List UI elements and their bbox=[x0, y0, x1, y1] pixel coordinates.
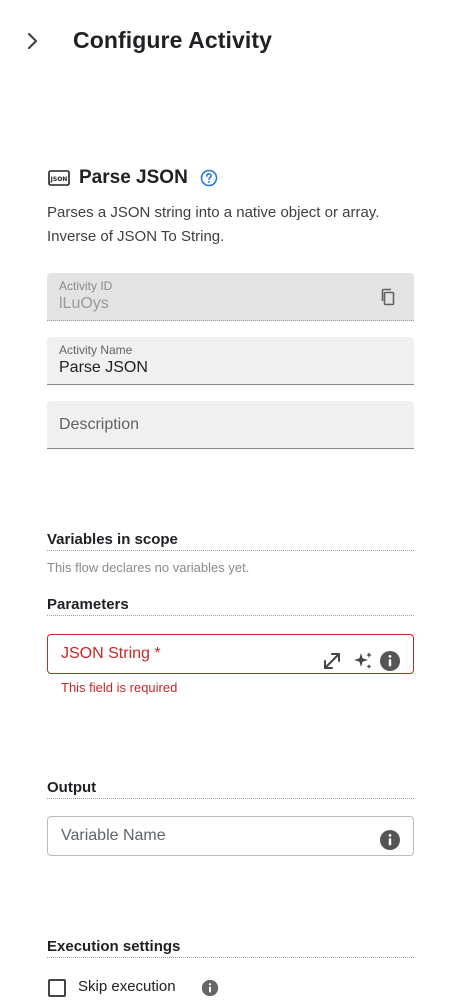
variables-section-title: Variables in scope bbox=[47, 531, 414, 551]
parameters-section-title: Parameters bbox=[47, 596, 414, 616]
info-icon[interactable] bbox=[379, 650, 401, 672]
activity-heading: JSON Parse JSON bbox=[47, 164, 427, 192]
info-icon[interactable] bbox=[201, 979, 219, 997]
skip-execution-checkbox[interactable] bbox=[48, 979, 66, 997]
svg-text:JSON: JSON bbox=[50, 176, 68, 183]
page-title: Configure Activity bbox=[73, 27, 273, 53]
skip-execution-label[interactable]: Skip execution bbox=[78, 978, 176, 995]
copy-icon[interactable] bbox=[378, 287, 398, 307]
activity-description: Parses a JSON string into a native objec… bbox=[47, 204, 380, 245]
header: Configure Activity bbox=[0, 0, 470, 84]
activity-id-label: Activity ID bbox=[59, 279, 113, 293]
help-circle-icon[interactable] bbox=[200, 169, 218, 187]
activity-id-field: Activity ID lLuOys bbox=[47, 273, 414, 321]
json-string-error: This field is required bbox=[61, 680, 178, 695]
variables-empty-text: This flow declares no variables yet. bbox=[47, 560, 250, 575]
activity-title: Parse JSON bbox=[79, 167, 188, 188]
variable-name-field[interactable]: Variable Name bbox=[47, 816, 414, 856]
variable-name-placeholder[interactable]: Variable Name bbox=[61, 827, 166, 845]
description-placeholder[interactable]: Description bbox=[59, 416, 139, 434]
info-icon[interactable] bbox=[379, 829, 401, 851]
expand-icon[interactable] bbox=[321, 650, 343, 672]
activity-id-value: lLuOys bbox=[59, 295, 109, 312]
description-field[interactable]: Description bbox=[47, 401, 414, 449]
activity-name-value[interactable]: Parse JSON bbox=[59, 359, 148, 377]
activity-name-field[interactable]: Activity Name Parse JSON bbox=[47, 337, 414, 385]
chevron-right-icon[interactable] bbox=[22, 30, 44, 52]
output-section-title: Output bbox=[47, 779, 414, 799]
activity-name-label: Activity Name bbox=[59, 343, 133, 357]
json-string-label[interactable]: JSON String * bbox=[61, 645, 161, 663]
execution-section-title: Execution settings bbox=[47, 938, 414, 958]
json-icon: JSON bbox=[48, 170, 70, 186]
sparkles-icon[interactable] bbox=[352, 650, 374, 672]
json-string-field[interactable]: JSON String * bbox=[47, 634, 414, 674]
